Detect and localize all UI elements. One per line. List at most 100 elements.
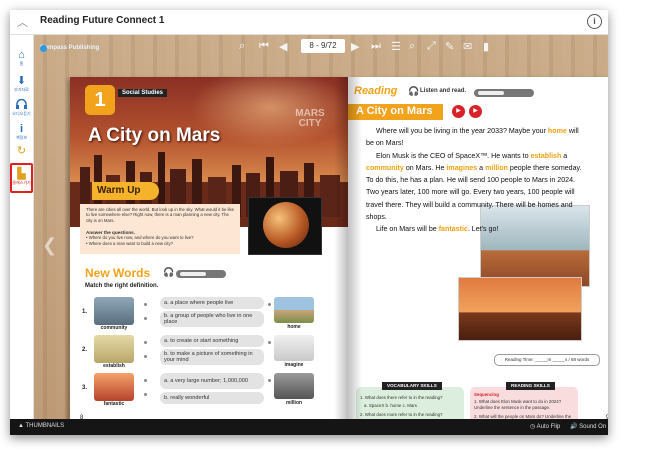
unit-subject: Social Studies [118, 89, 168, 97]
word-label: million [285, 400, 303, 406]
sidebar-item-label: 클래스가기 [12, 180, 31, 185]
definition-a[interactable]: a. a place where people live [160, 297, 264, 309]
sound-on-label: Sound On [579, 424, 607, 430]
reading-skills-heading: READING SKILLS [506, 382, 555, 390]
reading-audio-player[interactable] [474, 89, 534, 97]
million-image [274, 373, 314, 399]
bookmark-icon[interactable]: ▮ [483, 40, 489, 53]
publisher-logo: Compass Publishing [40, 45, 100, 52]
sidebar-item-download[interactable]: ⬇ 부가자료 [10, 75, 33, 92]
definition-b[interactable]: b. a group of people who live in one pla… [160, 311, 264, 327]
auto-flip-label: Auto Flip [536, 424, 561, 430]
first-page-icon[interactable]: ⏮ [259, 40, 269, 53]
home-icon: ⌂ [18, 49, 25, 61]
reader-window: ︿ Reading Future Connect 1 i ⌂ 홈 ⬇ 부가자료 … [10, 10, 608, 435]
book-gutter [334, 77, 362, 425]
left-page: 1 Social Studies A City on Mars MARS CIT… [70, 77, 348, 425]
mars-planet-image [248, 197, 322, 255]
reading-time: Reading Time: _____m _____s / 68 words [494, 354, 600, 366]
info-icon: i [19, 123, 24, 135]
story-text: Where will you be living in the year 203… [366, 127, 582, 234]
reading-skill-name: Sequencing [474, 392, 499, 397]
headphones-icon[interactable]: 🎧 [163, 267, 174, 278]
bookshelf-icon: ▙ [17, 168, 26, 180]
story-title: A City on Mars [356, 105, 433, 117]
listen-instruction: Listen and read. [420, 88, 467, 94]
next-page-icon[interactable]: ▶ [351, 40, 359, 53]
thumbnails-label: THUMBNAILS [25, 423, 65, 429]
word-number: 2. [82, 347, 88, 353]
home-image [274, 297, 314, 323]
zoom-icon[interactable]: ⌕ [239, 40, 245, 53]
warmup-text: There are cities all over the world. But… [86, 207, 234, 223]
sidebar-item-loop[interactable]: ↻ [10, 145, 33, 157]
new-words-audio-player[interactable] [176, 270, 226, 278]
bottom-bar: ▲ THUMBNAILS ◷ Auto Flip 🔊 Sound On [10, 419, 608, 435]
vocabulary-question-1: 1. What does there refer to in the readi… [360, 395, 443, 400]
mars-city-image [458, 277, 582, 341]
vocabulary-skills-heading: VOCABULARY SKILLS [382, 382, 442, 390]
collapse-chevron-icon[interactable]: ︿ [17, 14, 28, 30]
word-row: 3. fantastic a. a very large number; 1,0… [82, 373, 338, 409]
definition-a[interactable]: a. a very large number; 1,000,000 [160, 373, 264, 389]
sidebar-item-home[interactable]: ⌂ 홈 [10, 49, 33, 66]
fullscreen-icon[interactable]: ⤢ [427, 40, 436, 53]
sidebar-item-bookinfo[interactable]: i 책정보 [10, 123, 33, 140]
search-icon[interactable]: ⌕ [409, 40, 415, 53]
vocabulary-answers-1: a. SpaceX b. home c. Mars [364, 403, 417, 408]
auto-flip-toggle[interactable]: ◷ Auto Flip [530, 423, 560, 430]
prev-page-icon[interactable]: ◀ [279, 40, 287, 53]
sidebar-item-label: 오디오듣기 [12, 111, 31, 116]
sound-toggle[interactable]: 🔊 Sound On [570, 423, 606, 430]
definition-b[interactable]: b. really wonderful [160, 392, 264, 404]
question-1: • Where do you live now, and where do yo… [86, 235, 194, 241]
publisher-name: Compass Publishing [40, 45, 100, 51]
word-row: 1. community a. a place where people liv… [82, 297, 338, 333]
vocabulary-question-2: 2. What does more refer to in the readin… [360, 412, 443, 417]
word-number: 3. [82, 385, 88, 391]
play-icon[interactable]: ▶ [452, 105, 465, 118]
headphones-icon[interactable]: 🎧 [408, 86, 419, 97]
list-icon[interactable]: ☰ [391, 40, 401, 53]
definition-a[interactable]: a. to create or start something [160, 335, 264, 347]
word-label: imagine [284, 362, 304, 368]
warmup-questions: Answer the questions. • Where do you liv… [86, 230, 236, 246]
info-icon[interactable]: i [587, 14, 602, 29]
book-stage: Compass Publishing ⌕ ⏮ ◀ 8 - 9/72 ▶ ⏭ ☰ … [34, 35, 608, 433]
word-label: home [287, 324, 301, 330]
play-slow-icon[interactable]: ▶ [469, 105, 482, 118]
pen-icon[interactable]: ✎ [445, 40, 454, 53]
mars-city-sign: MARS CITY [295, 108, 325, 129]
new-words-instruction: Match the right definition. [85, 283, 159, 289]
word-label: establish [103, 363, 125, 369]
sidebar-item-label: 부가자료 [14, 87, 29, 92]
comment-icon[interactable]: ✉ [463, 40, 472, 53]
questions-heading: Answer the questions. [86, 230, 136, 235]
unit-number: 1 [85, 85, 115, 115]
sidebar: ⌂ 홈 ⬇ 부가자료 오디오듣기 i 책정보 ↻ ▙ 클래스가기 [10, 35, 34, 419]
sidebar-item-bookshelf[interactable]: ▙ 클래스가기 [10, 163, 33, 193]
community-image [94, 297, 134, 325]
window-title: Reading Future Connect 1 [40, 15, 165, 26]
thumbnails-toggle[interactable]: ▲ THUMBNAILS [18, 423, 64, 429]
fantastic-image [94, 373, 134, 401]
reading-question-1: 1. What does Elon Musk want to do in 202… [474, 399, 562, 410]
download-icon: ⬇ [16, 75, 27, 87]
title-bar: ︿ Reading Future Connect 1 i [10, 10, 608, 35]
page-indicator[interactable]: 8 - 9/72 [301, 39, 345, 53]
loop-icon: ↻ [16, 145, 27, 157]
question-2: • Where does a man want to build a new c… [86, 240, 174, 246]
page-toolbar: ⌕ ⏮ ◀ 8 - 9/72 ▶ ⏭ ☰ ⌕ ⤢ ✎ ✉ ▮ [239, 39, 499, 55]
right-page: Reading 🎧 Listen and read. A City on Mar… [348, 77, 608, 433]
establish-image [94, 335, 134, 363]
word-label: community [100, 325, 128, 331]
last-page-icon[interactable]: ⏭ [371, 40, 381, 53]
new-words-title: New Words [85, 266, 151, 280]
word-number: 1. [82, 309, 88, 315]
prev-spread-arrow-icon[interactable]: ❮ [42, 235, 57, 256]
imagine-image [274, 335, 314, 361]
word-label: fantastic [103, 401, 125, 407]
definition-b[interactable]: b. to make a picture of something in you… [160, 349, 264, 365]
sidebar-item-label: 홈 [19, 61, 24, 66]
sidebar-item-audio[interactable]: 오디오듣기 [10, 98, 33, 116]
